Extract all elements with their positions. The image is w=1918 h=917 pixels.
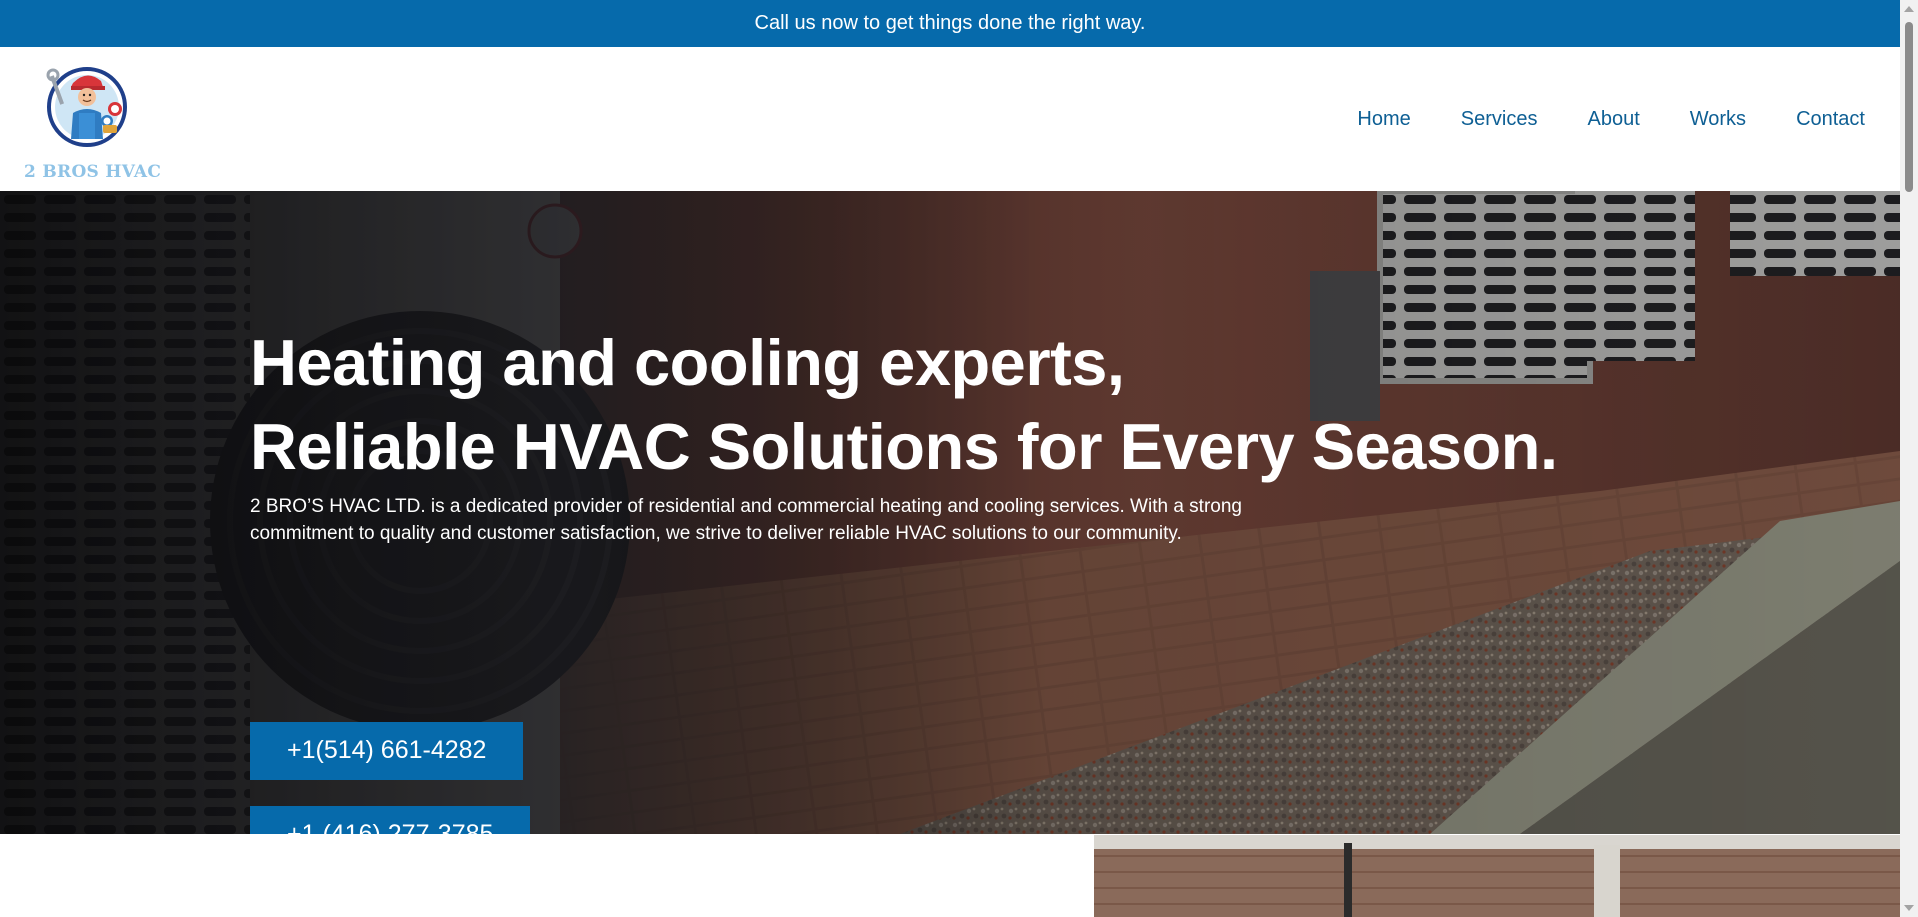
- scrollbar-thumb[interactable]: [1905, 22, 1913, 192]
- site-header: 2 BROS HVAC Home Services About Works Co…: [0, 47, 1900, 191]
- hero-title-line-2: Reliable HVAC Solutions for Every Season…: [250, 410, 1558, 483]
- page-scrollbar[interactable]: [1900, 0, 1918, 917]
- announcement-text: Call us now to get things done the right…: [754, 12, 1146, 34]
- section-image-graphic: [1094, 835, 1900, 917]
- hero-title: Heating and cooling experts, Reliable HV…: [250, 321, 1650, 489]
- hero-title-line-1: Heating and cooling experts,: [250, 326, 1125, 399]
- nav-item-works[interactable]: Works: [1690, 108, 1746, 131]
- page: Call us now to get things done the right…: [0, 0, 1918, 917]
- scroll-up-arrow-icon[interactable]: [1904, 6, 1914, 12]
- hvac-mascot-logo-icon: [46, 67, 127, 147]
- announcement-bar: Call us now to get things done the right…: [0, 0, 1900, 47]
- section-image: [1094, 835, 1900, 917]
- hero-section: Heating and cooling experts, Reliable HV…: [0, 191, 1900, 834]
- logo-text: 2 BROS HVAC: [24, 162, 162, 182]
- nav-item-about[interactable]: About: [1587, 108, 1639, 131]
- nav-item-home[interactable]: Home: [1357, 108, 1410, 131]
- nav-item-contact[interactable]: Contact: [1796, 108, 1865, 131]
- nav-item-services[interactable]: Services: [1461, 108, 1538, 131]
- hero-content: Heating and cooling experts, Reliable HV…: [250, 321, 1650, 834]
- phone-button-primary[interactable]: +1(514) 661-4282: [250, 722, 524, 780]
- hero-description: 2 BRO’S HVAC LTD. is a dedicated provide…: [250, 496, 1242, 544]
- scroll-down-arrow-icon[interactable]: [1904, 905, 1914, 911]
- main-nav: Home Services About Works Contact: [1307, 47, 1865, 191]
- logo[interactable]: 2 BROS HVAC: [22, 57, 161, 185]
- phone-button-secondary[interactable]: +1 (416) 277-3785: [250, 806, 531, 834]
